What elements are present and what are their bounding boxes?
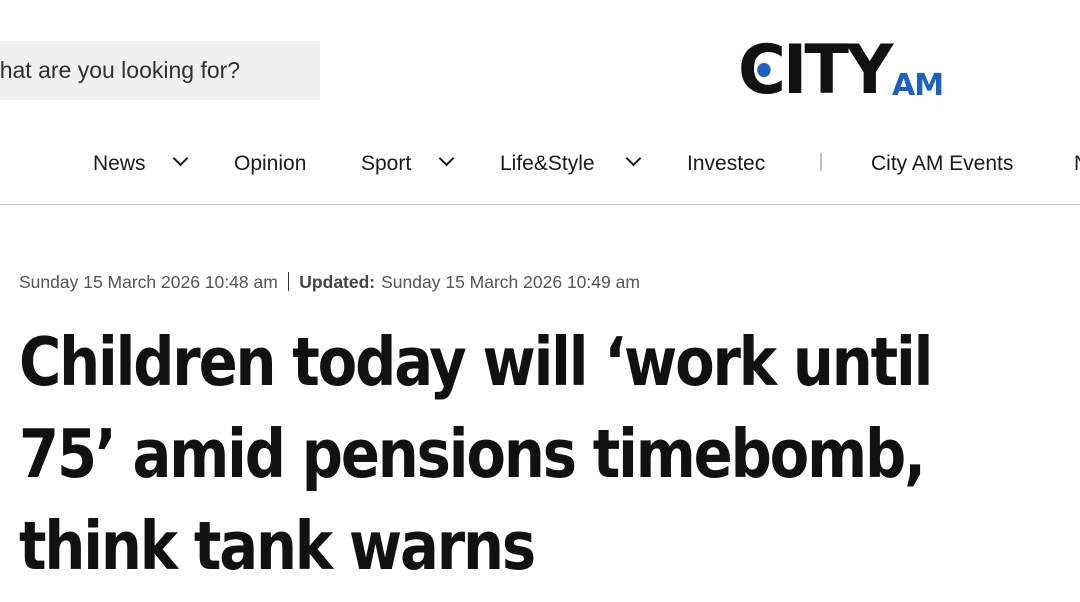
published-date: Sunday 15 March 2026 10:48 am — [19, 272, 278, 292]
article-meta: Sunday 15 March 2026 10:48 am Updated: Sun… — [19, 272, 640, 293]
nav-item-sport[interactable]: Sport — [361, 152, 411, 176]
chevron-down-icon[interactable] — [172, 150, 189, 167]
logo-dot-icon — [757, 63, 771, 77]
nav-item-opinion[interactable]: Opinion — [234, 152, 306, 176]
main-nav: News Opinion Sport Life&Style Investec C… — [0, 138, 1080, 205]
logo-wordmark: CITY — [738, 31, 893, 110]
nav-divider — [820, 153, 822, 171]
meta-divider — [287, 272, 290, 291]
nav-item-news[interactable]: News — [93, 152, 146, 176]
nav-item-lifestyle[interactable]: Life&Style — [500, 152, 595, 176]
updated-date: Sunday 15 March 2026 10:49 am — [381, 272, 640, 292]
chevron-down-icon[interactable] — [625, 150, 642, 167]
logo-am: AM — [892, 68, 944, 103]
article-headline: Children today will ‘work until 75’ amid… — [19, 323, 933, 585]
chevron-down-icon[interactable] — [438, 150, 455, 167]
search-input[interactable] — [0, 41, 318, 100]
search-box[interactable] — [0, 41, 320, 100]
nav-item-investec[interactable]: Investec — [687, 152, 765, 176]
updated-label: Updated: — [299, 272, 376, 292]
nav-item-next[interactable]: N — [1074, 152, 1080, 176]
nav-item-city-am-events[interactable]: City AM Events — [871, 152, 1013, 176]
